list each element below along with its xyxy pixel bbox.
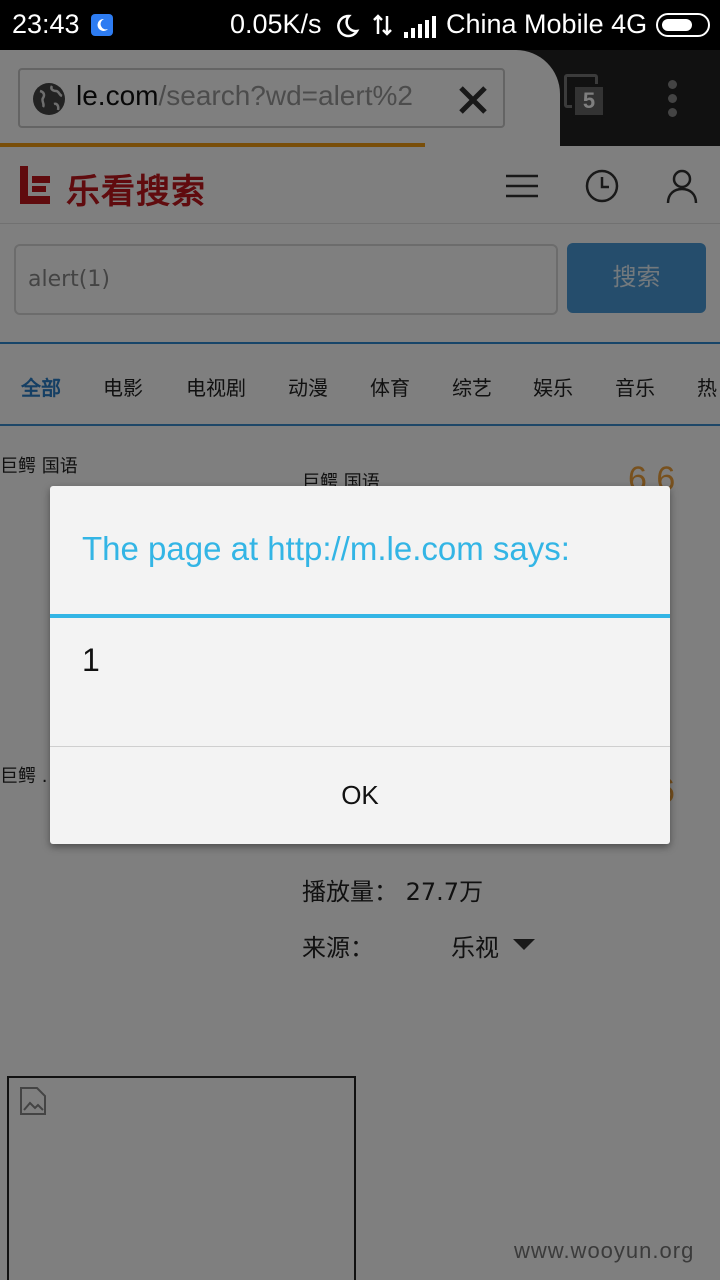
moon-notification-icon [91, 14, 113, 36]
data-transfer-icon [370, 12, 396, 45]
status-bar: 23:43 0.05K/s China Mobile 4G [0, 0, 720, 50]
dialog-title-divider [50, 614, 670, 618]
ok-button[interactable]: OK [50, 747, 670, 844]
alert-dialog: The page at http://m.le.com says: 1 OK [50, 486, 670, 844]
dialog-title: The page at http://m.le.com says: [82, 530, 570, 567]
moon-icon [334, 13, 360, 46]
dialog-message: 1 [82, 642, 100, 678]
signal-icon [404, 14, 436, 45]
battery-toggle-icon [656, 13, 710, 37]
carrier-label: China Mobile 4G [446, 9, 648, 39]
clock: 23:43 [12, 9, 80, 39]
network-speed: 0.05K/s [230, 9, 322, 39]
